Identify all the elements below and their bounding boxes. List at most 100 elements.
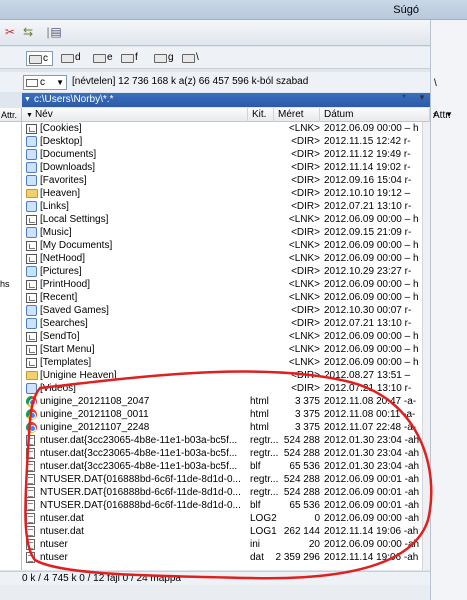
file-size: <LNK> bbox=[288, 123, 320, 134]
left-list-item[interactable] bbox=[0, 304, 21, 317]
left-list-item[interactable] bbox=[0, 356, 21, 369]
left-list-item[interactable] bbox=[0, 343, 21, 356]
column-size[interactable]: Méret bbox=[274, 108, 320, 122]
file-size: 524 288 bbox=[283, 448, 320, 459]
drive-button-1[interactable]: c bbox=[26, 51, 53, 66]
left-list-item[interactable] bbox=[0, 252, 21, 265]
file-list[interactable]: [Cookies] <LNK> 2012.06.09 00:00 – h [Deskt… bbox=[22, 122, 422, 570]
file-list-scrollbar[interactable] bbox=[422, 122, 430, 570]
right-root-button[interactable]: \ bbox=[434, 78, 437, 89]
file-row[interactable]: [SendTo] <LNK> 2012.06.09 00:00 – h bbox=[22, 330, 422, 343]
left-list-item[interactable] bbox=[0, 161, 21, 174]
drive-button-3[interactable]: e bbox=[91, 51, 113, 66]
special-folder-icon bbox=[26, 226, 38, 238]
left-list-item[interactable] bbox=[0, 213, 21, 226]
file-row[interactable]: [NetHood] <LNK> 2012.06.09 00:00 – h bbox=[22, 252, 422, 265]
file-name: [NetHood] bbox=[40, 253, 86, 264]
file-row[interactable]: unigine_20121107_2248 html 3 375 2012.11.07… bbox=[22, 421, 422, 434]
path-bar[interactable]: ▼ c:\Users\Norby\*.* bbox=[22, 93, 430, 107]
file-date: 2012.11.08 00:11 -a- bbox=[324, 409, 416, 420]
file-row[interactable]: [Downloads] <DIR> 2012.11.14 19:02 r- bbox=[22, 161, 422, 174]
file-row[interactable]: [Recent] <LNK> 2012.06.09 00:00 – h bbox=[22, 291, 422, 304]
file-date: 2012.06.09 00:00 – h bbox=[324, 292, 419, 303]
file-row[interactable]: [Start Menu] <LNK> 2012.06.09 00:00 – h bbox=[22, 343, 422, 356]
drive-button-2[interactable]: d bbox=[59, 51, 81, 66]
file-row[interactable]: ntuser.dat LOG1 262 144 2012.11.14 19:06 -a… bbox=[22, 525, 422, 538]
file-row[interactable]: [Saved Games] <DIR> 2012.10.30 00:07 r- bbox=[22, 304, 422, 317]
file-date: 2012.06.09 00:00 – h bbox=[324, 279, 419, 290]
folder-sync-icon[interactable]: ⇆ bbox=[20, 24, 36, 40]
drive-button-6[interactable]: \ bbox=[180, 51, 199, 66]
file-row[interactable]: NTUSER.DAT{016888bd-6c6f-11de-8d1d-0... r… bbox=[22, 473, 422, 486]
file-row[interactable]: [Music] <DIR> 2012.09.15 21:09 r- bbox=[22, 226, 422, 239]
left-list-item[interactable] bbox=[0, 239, 21, 252]
path-dropdown-icon[interactable]: ▼ bbox=[24, 93, 31, 107]
file-row[interactable]: ntuser.dat{3cc23065-4b8e-11e1-b03a-bc5f.… bbox=[22, 434, 422, 447]
left-list-item[interactable] bbox=[0, 226, 21, 239]
file-name: NTUSER.DAT{016888bd-6c6f-11de-8d1d-0... bbox=[40, 500, 241, 511]
notepad-icon[interactable]: ▤ bbox=[48, 24, 64, 40]
left-list-item[interactable] bbox=[0, 369, 21, 382]
file-row[interactable]: [Links] <DIR> 2012.07.21 13:10 r- bbox=[22, 200, 422, 213]
drive-button-5[interactable]: g bbox=[152, 51, 174, 66]
left-list-item[interactable] bbox=[0, 135, 21, 148]
file-row[interactable]: ntuser.dat{3cc23065-4b8e-11e1-b03a-bc5f.… bbox=[22, 460, 422, 473]
file-name: unigine_20121108_2047 bbox=[40, 396, 150, 407]
file-row[interactable]: [Unigine Heaven] <DIR> 2012.08.27 13:51 – bbox=[22, 369, 422, 382]
file-row[interactable]: [Local Settings] <LNK> 2012.06.09 00:00 – … bbox=[22, 213, 422, 226]
column-date[interactable]: Dátum bbox=[320, 108, 430, 122]
file-size: <LNK> bbox=[288, 357, 320, 368]
file-row[interactable]: [Searches] <DIR> 2012.07.21 13:10 r- bbox=[22, 317, 422, 330]
file-row[interactable]: unigine_20121108_2047 html 3 375 2012.11.08… bbox=[22, 395, 422, 408]
left-list-item[interactable] bbox=[0, 317, 21, 330]
drive-combo-value: c bbox=[40, 77, 45, 88]
left-list-item[interactable] bbox=[0, 148, 21, 161]
file-row[interactable]: ntuser dat 2 359 296 2012.11.14 19:06 -ah bbox=[22, 551, 422, 564]
file-date: 2012.06.09 00:01 -ah bbox=[324, 474, 420, 485]
special-folder-icon bbox=[26, 317, 38, 329]
left-list-item[interactable] bbox=[0, 200, 21, 213]
file-row[interactable]: [Videos] <DIR> 2012.07.21 13:10 r- bbox=[22, 382, 422, 395]
menu-help[interactable]: Súgó bbox=[393, 4, 419, 16]
file-row[interactable]: [Templates] <LNK> 2012.06.09 00:00 – h bbox=[22, 356, 422, 369]
file-row[interactable]: [Documents] <DIR> 2012.11.12 19:49 r- bbox=[22, 148, 422, 161]
left-list-item[interactable] bbox=[0, 122, 21, 135]
file-name: [Start Menu] bbox=[40, 344, 95, 355]
file-row[interactable]: [Pictures] <DIR> 2012.10.29 23:27 r- bbox=[22, 265, 422, 278]
file-row[interactable]: NTUSER.DAT{016888bd-6c6f-11de-8d1d-0... b… bbox=[22, 499, 422, 512]
file-row[interactable]: unigine_20121108_0011 html 3 375 2012.11.08… bbox=[22, 408, 422, 421]
drive-combo[interactable]: c ▼ bbox=[23, 75, 67, 90]
file-row[interactable]: [Favorites] <DIR> 2012.09.16 15:04 r- bbox=[22, 174, 422, 187]
left-list-item[interactable] bbox=[0, 382, 21, 395]
file-row[interactable]: [My Documents] <LNK> 2012.06.09 00:00 – h bbox=[22, 239, 422, 252]
left-list-item[interactable]: hs bbox=[0, 278, 21, 291]
file-row[interactable]: [Heaven] <DIR> 2012.10.10 19:12 – bbox=[22, 187, 422, 200]
file-row[interactable]: ntuser.dat LOG2 0 2012.06.09 00:00 -ah bbox=[22, 512, 422, 525]
scissors-icon[interactable]: ✂ bbox=[2, 24, 18, 40]
file-row[interactable]: [PrintHood] <LNK> 2012.06.09 00:00 – h bbox=[22, 278, 422, 291]
left-list-item[interactable] bbox=[0, 291, 21, 304]
file-row[interactable]: [Desktop] <DIR> 2012.11.15 12:42 r- bbox=[22, 135, 422, 148]
column-ext[interactable]: Kit. bbox=[248, 108, 274, 122]
link-folder-icon bbox=[26, 343, 38, 355]
left-attr-header[interactable]: Attr. bbox=[0, 108, 21, 122]
file-size: 262 144 bbox=[283, 526, 320, 537]
left-list-item[interactable] bbox=[0, 174, 21, 187]
left-list-item[interactable] bbox=[0, 265, 21, 278]
column-size-label: Méret bbox=[278, 109, 304, 120]
file-date: 2012.06.09 00:00 – h bbox=[324, 240, 419, 251]
file-row[interactable]: NTUSER.DAT{016888bd-6c6f-11de-8d1d-0... r… bbox=[22, 486, 422, 499]
file-row[interactable]: [Cookies] <LNK> 2012.06.09 00:00 – h bbox=[22, 122, 422, 135]
file-row[interactable]: ntuser ini 20 2012.06.09 00:00 -ah bbox=[22, 538, 422, 551]
column-name[interactable]: ▼ Név bbox=[22, 108, 248, 122]
path-history-icon[interactable]: ▼ bbox=[418, 93, 426, 102]
file-name: [Desktop] bbox=[40, 136, 83, 147]
drive-button-4[interactable]: f bbox=[119, 51, 138, 66]
file-date: 2012.01.30 23:04 -ah bbox=[324, 461, 420, 472]
left-list-item[interactable] bbox=[0, 187, 21, 200]
file-row[interactable]: ntuser.dat{3cc23065-4b8e-11e1-b03a-bc5f.… bbox=[22, 447, 422, 460]
file-date: 2012.06.09 00:00 – h bbox=[324, 214, 419, 225]
path-filter-icon[interactable]: * bbox=[402, 93, 406, 104]
right-attr-header[interactable]: Attr. bbox=[433, 110, 451, 121]
left-list-item[interactable] bbox=[0, 330, 21, 343]
